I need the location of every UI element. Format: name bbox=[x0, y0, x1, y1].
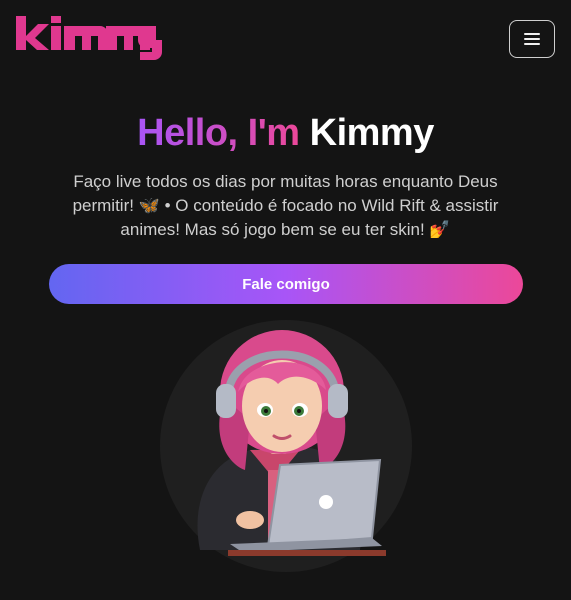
menu-toggle-button[interactable] bbox=[509, 20, 555, 58]
hamburger-menu-icon bbox=[524, 33, 540, 45]
kimmy-logo[interactable] bbox=[16, 14, 168, 64]
hero-title: Hello, I'm Kimmy bbox=[0, 112, 571, 155]
hero-description: Faço live todos os dias por muitas horas… bbox=[72, 172, 499, 239]
contact-button[interactable]: Fale comigo bbox=[49, 264, 523, 304]
avatar-circle bbox=[160, 320, 412, 572]
hero-greeting: Hello, I'm bbox=[137, 112, 300, 154]
page: Hello, I'm Kimmy Faço live todos os dias… bbox=[0, 0, 571, 600]
avatar-illustration bbox=[197, 330, 386, 556]
logo-wordmark bbox=[16, 16, 162, 60]
hero-name: Kimmy bbox=[309, 112, 435, 154]
site-header bbox=[0, 0, 571, 80]
